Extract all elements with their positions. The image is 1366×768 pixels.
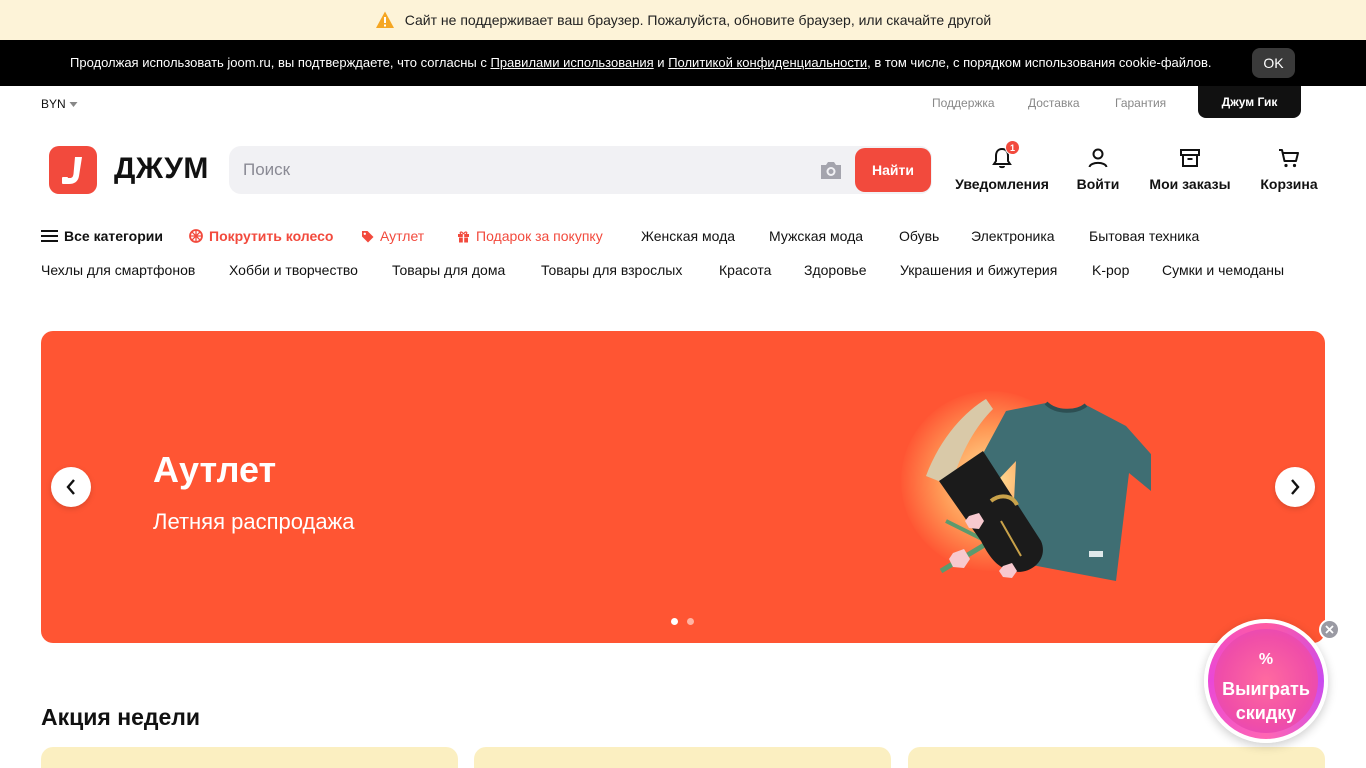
gift-icon xyxy=(458,230,469,242)
privacy-link[interactable]: Политикой конфиденциальности xyxy=(668,55,867,70)
nav-health[interactable]: Здоровье xyxy=(804,262,867,278)
cookie-text-before: Продолжая использовать joom.ru, вы подтв… xyxy=(70,55,491,70)
wheel-label: Выиграть скидку xyxy=(1214,677,1318,725)
close-wheel-button[interactable] xyxy=(1319,619,1340,640)
orders-button[interactable]: Мои заказы xyxy=(1148,146,1232,192)
nav-home[interactable]: Товары для дома xyxy=(392,262,505,278)
wheel-label-line2: скидку xyxy=(1235,703,1297,723)
browser-warning-bar: Сайт не поддерживает ваш браузер. Пожалу… xyxy=(0,0,1366,40)
login-label: Войти xyxy=(1076,176,1120,192)
currency-label: BYN xyxy=(41,97,66,111)
warranty-link[interactable]: Гарантия xyxy=(1115,96,1166,110)
chevron-down-icon xyxy=(69,101,78,107)
section-title: Акция недели xyxy=(41,704,201,730)
banner-title: Аутлет xyxy=(153,449,277,490)
logo-text[interactable]: ДЖУМ xyxy=(114,152,209,186)
win-discount-wheel[interactable]: % Выиграть скидку xyxy=(1204,619,1328,743)
cookie-bar: Продолжая использовать joom.ru, вы подтв… xyxy=(0,40,1366,86)
cookie-ok-button[interactable]: OK xyxy=(1252,48,1295,78)
chevron-left-icon xyxy=(66,479,75,495)
nav-appliances[interactable]: Бытовая техника xyxy=(1089,228,1199,244)
nav-hobby[interactable]: Хобби и творчество xyxy=(229,262,358,278)
login-button[interactable]: Войти xyxy=(1076,146,1120,192)
box-icon xyxy=(1180,149,1200,167)
percent-icon: % xyxy=(1258,651,1274,668)
nav-electronics[interactable]: Электроника xyxy=(971,228,1055,244)
slide-dot-2[interactable] xyxy=(687,618,694,625)
nav-adult[interactable]: Товары для взрослых xyxy=(541,262,682,278)
nav-beauty[interactable]: Красота xyxy=(719,262,771,278)
user-icon xyxy=(1088,148,1108,168)
cart-button[interactable]: Корзина xyxy=(1259,146,1319,192)
currency-selector[interactable]: BYN xyxy=(41,97,78,111)
chevron-right-icon xyxy=(1291,479,1300,495)
slide-dot-1[interactable] xyxy=(671,618,678,625)
deal-card[interactable] xyxy=(474,747,891,768)
gift-link[interactable]: Подарок за покупку xyxy=(457,228,603,244)
search-input[interactable] xyxy=(243,146,813,194)
gift-label: Подарок за покупку xyxy=(476,228,603,244)
joom-geek-button[interactable]: Джум Гик xyxy=(1198,86,1301,118)
search-button[interactable]: Найти xyxy=(855,148,931,192)
camera-icon[interactable] xyxy=(819,159,843,181)
wheel-label-line1: Выиграть xyxy=(1222,679,1310,699)
warning-icon xyxy=(375,11,394,28)
nav-kpop[interactable]: K-pop xyxy=(1092,262,1129,278)
logo-j-icon xyxy=(62,157,82,184)
cookie-text-after: , в том числе, с порядком использования … xyxy=(867,55,1212,70)
utility-bar: BYN Поддержка Доставка Гарантия Джум Гик xyxy=(0,86,1366,118)
all-categories-label: Все категории xyxy=(64,228,163,244)
cart-icon xyxy=(1279,149,1299,168)
delivery-link[interactable]: Доставка xyxy=(1028,96,1080,110)
nav-jewelry[interactable]: Украшения и бижутерия xyxy=(900,262,1057,278)
browser-warning-text: Сайт не поддерживает ваш браузер. Пожалу… xyxy=(404,12,992,28)
nav-womens-fashion[interactable]: Женская мода xyxy=(641,228,735,244)
support-link[interactable]: Поддержка xyxy=(932,96,995,110)
orders-label: Мои заказы xyxy=(1149,176,1231,192)
wheel-inner: % Выиграть скидку xyxy=(1214,629,1318,733)
deal-card[interactable] xyxy=(908,747,1325,768)
banner-prev-button[interactable] xyxy=(51,467,91,507)
cookie-text: Продолжая использовать joom.ru, вы подтв… xyxy=(70,55,1212,70)
banner-subtitle: Летняя распродажа xyxy=(153,509,355,534)
nav-mens-fashion[interactable]: Мужская мода xyxy=(769,228,863,244)
cart-label: Корзина xyxy=(1260,176,1318,192)
logo-icon[interactable] xyxy=(49,146,97,194)
notifications-badge: 1 xyxy=(1005,140,1020,155)
outlet-link[interactable]: Аутлет xyxy=(361,228,424,244)
banner-next-button[interactable] xyxy=(1275,467,1315,507)
outlet-label: Аутлет xyxy=(380,228,425,244)
nav-bags[interactable]: Сумки и чемоданы xyxy=(1162,262,1284,278)
deal-card[interactable] xyxy=(41,747,458,768)
nav-shoes[interactable]: Обувь xyxy=(899,228,939,244)
spin-wheel-link[interactable]: Покрутить колесо xyxy=(189,228,333,244)
spin-wheel-label: Покрутить колесо xyxy=(209,228,334,244)
nav-phone-cases[interactable]: Чехлы для смартфонов xyxy=(41,262,195,278)
all-categories-button[interactable]: Все категории xyxy=(41,228,163,244)
promo-banner[interactable]: Аутлет Летняя распродажа xyxy=(41,331,1325,643)
rules-link[interactable]: Правилами использования xyxy=(490,55,653,70)
wheel-icon xyxy=(189,229,203,243)
cookie-and: и xyxy=(653,55,669,70)
tag-icon xyxy=(362,230,374,242)
search-bar: Найти xyxy=(229,146,932,194)
notifications-label: Уведомления xyxy=(955,176,1049,192)
banner-product-image xyxy=(926,399,1151,581)
close-icon xyxy=(1325,625,1334,634)
notifications-button[interactable]: Уведомления xyxy=(955,146,1049,192)
menu-icon xyxy=(41,230,58,242)
